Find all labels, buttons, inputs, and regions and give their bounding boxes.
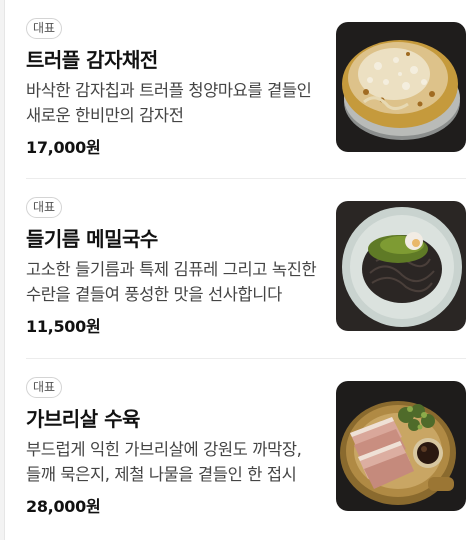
noodle-bowl-image — [336, 201, 466, 331]
menu-item-name: 가브리살 수육 — [26, 407, 140, 431]
menu-item-name: 들기름 메밀국수 — [26, 227, 158, 251]
menu-item[interactable]: 대표 트러플 감자채전 바삭한 감자칩과 트러플 청양마요를 곁들인 새로운 한… — [0, 0, 474, 180]
menu-item-price: 17,000원 — [26, 138, 101, 157]
signature-badge: 대표 — [26, 18, 63, 39]
menu-item-description: 고소한 들기름과 특제 김퓨레 그리고 녹진한 수란을 곁들여 풍성한 맛을 선… — [26, 260, 317, 304]
pork-suyuk-photo[interactable] — [336, 381, 466, 511]
perilla-buckwheat-noodle-photo[interactable] — [336, 201, 466, 331]
truffle-potato-pancake-photo[interactable] — [336, 22, 466, 152]
suyuk-plate-image — [336, 381, 466, 511]
signature-badge: 대표 — [26, 197, 63, 218]
menu-item-name: 트러플 감자채전 — [26, 48, 158, 72]
pancake-plate-image — [336, 22, 466, 152]
signature-badge: 대표 — [26, 377, 63, 398]
menu-item-description: 부드럽게 익힌 가브리살에 강원도 까막장, 들깨 묵은지, 제철 나물을 곁들… — [26, 440, 302, 484]
menu-item-price: 28,000원 — [26, 497, 101, 516]
menu-item[interactable]: 대표 들기름 메밀국수 고소한 들기름과 특제 김퓨레 그리고 녹진한 수란을 … — [0, 179, 474, 359]
menu-item[interactable]: 대표 가브리살 수육 부드럽게 익힌 가브리살에 강원도 까막장, 들깨 묵은지… — [0, 359, 474, 539]
menu-item-price: 11,500원 — [26, 317, 101, 336]
menu-item-description: 바삭한 감자칩과 트러플 청양마요를 곁들인 새로운 한비만의 감자전 — [26, 81, 312, 125]
